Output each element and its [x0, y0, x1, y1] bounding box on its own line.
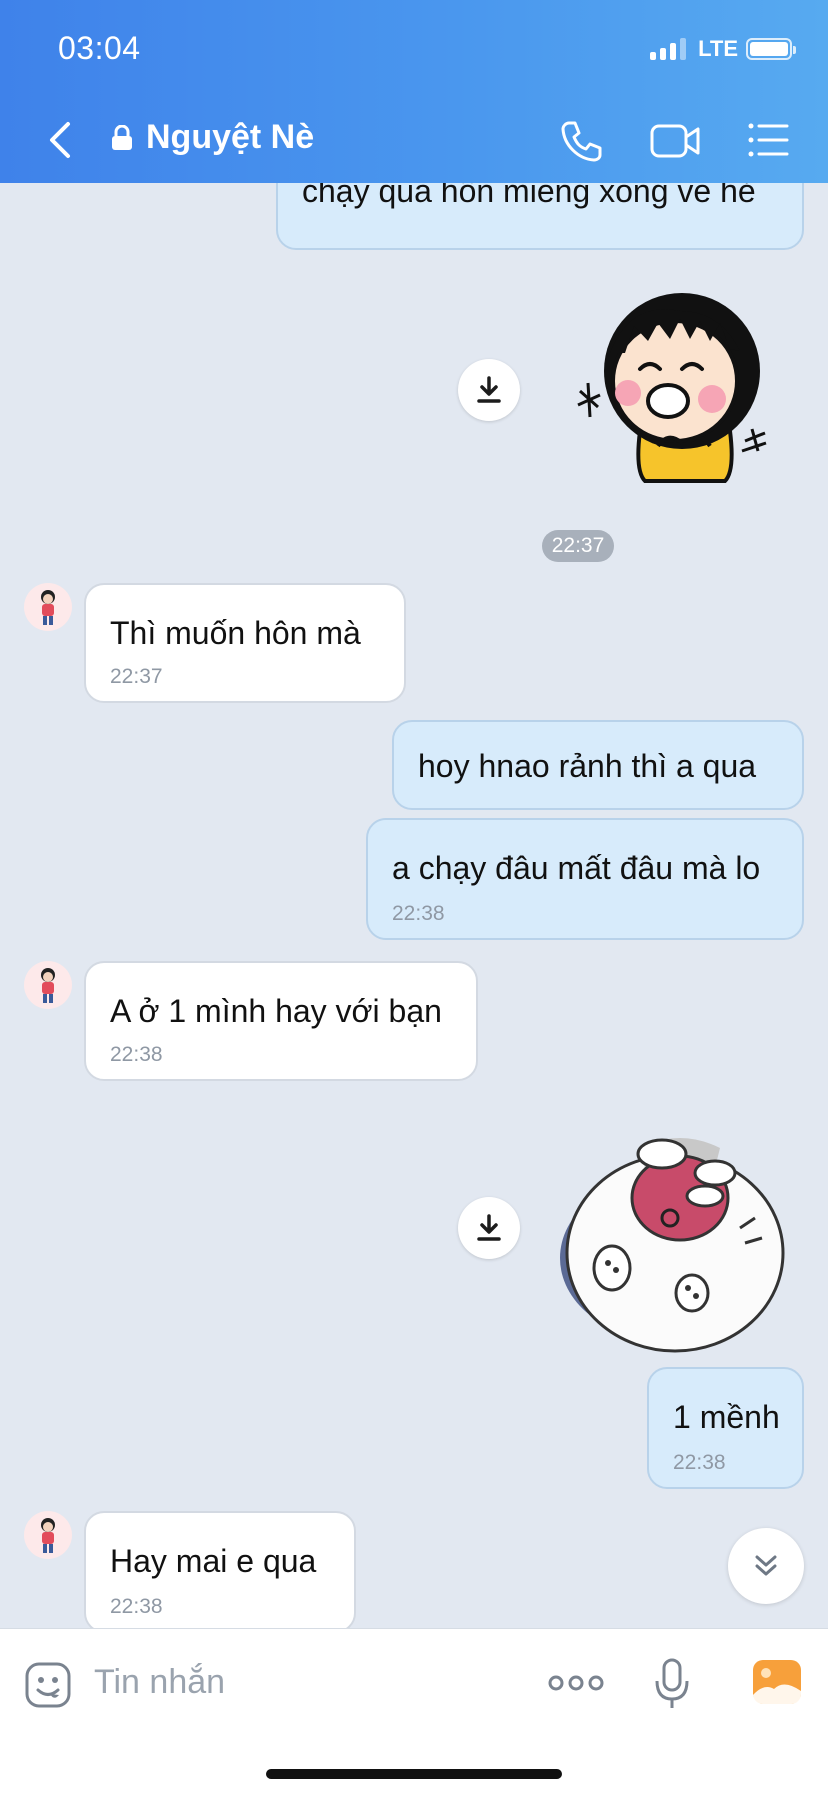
- microphone-icon[interactable]: [654, 1657, 690, 1711]
- more-dots-icon[interactable]: [548, 1671, 604, 1695]
- avatar-girl-icon: [41, 590, 55, 625]
- lock-icon: [112, 124, 132, 150]
- list-icon[interactable]: [746, 118, 790, 162]
- status-indicators: LTE: [650, 36, 796, 62]
- composer-bar: [0, 1628, 828, 1793]
- download-button[interactable]: [458, 1197, 520, 1259]
- avatar[interactable]: [24, 583, 72, 631]
- message-time: 22:37: [110, 665, 163, 688]
- message-bubble-outgoing[interactable]: hoy hnao rảnh thì a qua: [392, 720, 804, 810]
- network-label: LTE: [698, 36, 738, 61]
- message-bubble-incoming[interactable]: Thì muốn hôn mà 22:37: [84, 583, 406, 703]
- message-text: 1 mềnh: [673, 1399, 780, 1435]
- download-button[interactable]: [458, 359, 520, 421]
- chevron-left-icon[interactable]: [40, 118, 80, 162]
- video-camera-icon[interactable]: [650, 118, 702, 164]
- message-text: A ở 1 mình hay với bạn: [110, 993, 442, 1029]
- girl-laughing-sticker[interactable]: [570, 271, 800, 491]
- status-time: 03:04: [58, 30, 141, 66]
- avatar[interactable]: [24, 961, 72, 1009]
- download-icon: [477, 1214, 501, 1241]
- message-bubble-outgoing[interactable]: chạy qua hôn miếng xong về hẻ: [276, 183, 804, 250]
- avatar-girl-icon: [41, 1518, 55, 1553]
- avatar-girl-icon: [41, 968, 55, 1003]
- message-time: 22:38: [673, 1451, 726, 1474]
- message-list[interactable]: chạy qua hôn miếng xong về hẻ 22:37 Thì …: [0, 183, 828, 1628]
- message-text: a chạy đâu mất đâu mà lo: [392, 850, 761, 886]
- chat-header: 03:04 LTE Nguyệt Nè: [0, 0, 828, 183]
- download-icon: [477, 376, 501, 403]
- message-text: Thì muốn hôn mà: [110, 615, 361, 651]
- avatar[interactable]: [24, 1511, 72, 1559]
- message-bubble-outgoing[interactable]: 1 mềnh 22:38: [647, 1367, 804, 1489]
- message-text: Hay mai e qua: [110, 1543, 317, 1579]
- contact-name: Nguyệt Nè: [146, 118, 315, 156]
- message-time: 22:38: [392, 902, 445, 925]
- message-text: hoy hnao rảnh thì a qua: [418, 748, 757, 784]
- battery-icon: [746, 38, 796, 60]
- contact-title[interactable]: Nguyệt Nè: [110, 118, 314, 157]
- message-bubble-outgoing[interactable]: a chạy đâu mất đâu mà lo 22:38: [366, 818, 804, 940]
- message-time: 22:38: [110, 1595, 163, 1618]
- emoji-icon[interactable]: [24, 1661, 72, 1709]
- chevrons-down-icon: [755, 1555, 777, 1576]
- scroll-to-bottom-button[interactable]: [728, 1528, 804, 1604]
- message-bubble-incoming[interactable]: A ở 1 mình hay với bạn 22:38: [84, 961, 478, 1081]
- message-text: chạy qua hôn miếng xong về hẻ: [302, 183, 756, 209]
- signal-icon: [650, 38, 687, 60]
- message-bubble-incoming[interactable]: Hay mai e qua 22:38: [84, 1511, 356, 1628]
- home-indicator: [266, 1769, 562, 1779]
- message-time: 22:38: [110, 1043, 163, 1066]
- message-input[interactable]: [94, 1657, 514, 1707]
- time-divider: 22:37: [542, 530, 614, 562]
- cat-laughing-sticker[interactable]: [550, 1118, 800, 1358]
- phone-icon[interactable]: [558, 118, 604, 164]
- photo-icon[interactable]: [752, 1659, 802, 1705]
